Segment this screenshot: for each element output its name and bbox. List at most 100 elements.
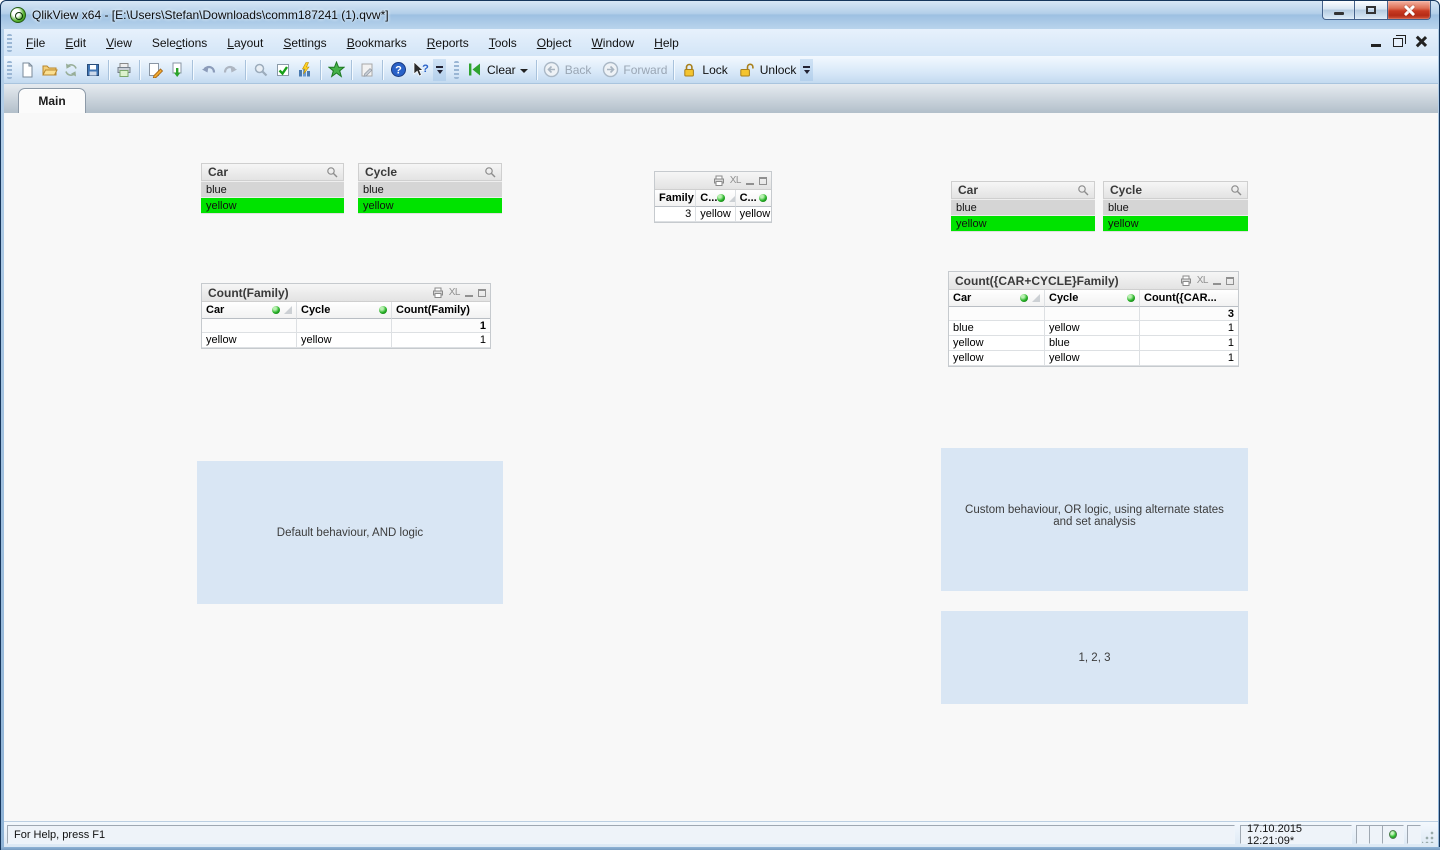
lock-button[interactable]: Lock [702,63,727,77]
table-cell[interactable]: yellow [1045,351,1140,366]
textbox-default-behaviour[interactable]: Default behaviour, AND logic [197,461,503,604]
menu-window[interactable]: Window [581,32,644,54]
unlock-button[interactable]: Unlock [760,63,797,77]
search-icon[interactable] [250,59,272,81]
open-file-icon[interactable] [38,59,60,81]
table-row[interactable]: 3 yellow yellow [655,207,771,222]
listbox-caption[interactable]: Car [951,181,1095,199]
menu-help[interactable]: Help [644,32,689,54]
object-minimize-icon[interactable] [746,182,754,185]
search-icon[interactable] [326,166,339,179]
list-item[interactable]: blue [951,199,1095,215]
title-bar[interactable]: QlikView x64 - [E:\Users\Stefan\Download… [1,1,1439,29]
list-item[interactable]: blue [358,181,502,197]
table-cell[interactable]: blue [949,321,1045,336]
window-close-button[interactable] [1387,1,1431,20]
listbox-caption[interactable]: Cycle [1103,181,1248,199]
table-cell[interactable]: yellow [1045,321,1140,336]
column-header[interactable]: C... [735,190,771,207]
object-maximize-icon[interactable] [1226,276,1234,285]
table-caption[interactable]: Count(Family) XL [202,284,490,302]
print-icon[interactable] [432,287,444,298]
table-cell[interactable]: 1 [1140,336,1238,351]
export-excel-icon[interactable]: XL [449,287,461,298]
column-header[interactable]: Cycle [1045,290,1140,307]
back-button[interactable]: Back [565,63,592,77]
forward-icon[interactable] [599,59,621,81]
table-row[interactable]: blue yellow 1 [949,321,1238,336]
menu-object[interactable]: Object [527,32,582,54]
list-item[interactable]: yellow [951,215,1095,231]
listbox-caption[interactable]: Car [201,163,344,181]
clear-button[interactable]: Clear [487,63,516,77]
back-icon[interactable] [541,59,563,81]
table-cell[interactable]: 3 [655,207,697,222]
list-item[interactable]: blue [1103,199,1248,215]
table-caption[interactable]: XL [655,172,771,190]
context-help-icon[interactable]: ? [409,59,431,81]
clear-selections-icon[interactable] [463,59,485,81]
document-close-icon[interactable] [1415,36,1426,47]
menu-edit[interactable]: Edit [55,32,96,54]
menu-bookmarks[interactable]: Bookmarks [337,32,417,54]
table-cell[interactable]: yellow [696,207,736,222]
quick-chart-wizard-icon[interactable] [294,59,316,81]
menu-tools[interactable]: Tools [479,32,527,54]
toolbar-grip-icon[interactable] [7,60,12,79]
save-icon[interactable] [82,59,104,81]
table-cell[interactable]: yellow [949,351,1045,366]
table-cell[interactable]: 1 [1140,321,1238,336]
document-minimize-icon[interactable] [1371,43,1381,47]
column-header[interactable]: Count({CAR... [1140,290,1238,307]
table-cell[interactable]: yellow [735,207,771,222]
export-excel-icon[interactable]: XL [1197,275,1209,286]
list-item[interactable]: yellow [358,197,502,213]
list-item[interactable]: blue [201,181,344,197]
print-icon[interactable] [713,175,725,186]
menu-layout[interactable]: Layout [217,32,273,54]
list-item[interactable]: yellow [1103,215,1248,231]
column-header[interactable]: Family [655,190,697,207]
table-row[interactable]: yellow blue 1 [949,336,1238,351]
export-excel-icon[interactable]: XL [730,175,742,186]
print-icon[interactable] [113,59,135,81]
menu-file[interactable]: File [16,32,55,54]
column-header[interactable]: Cycle [297,302,392,319]
toolbar-grip-icon[interactable] [7,33,12,52]
menu-reports[interactable]: Reports [417,32,479,54]
toolbar-grip-icon[interactable] [454,60,459,79]
column-header[interactable]: Car [202,302,297,319]
add-bookmark-icon[interactable] [325,59,347,81]
menu-selections[interactable]: Selections [142,32,217,54]
tab-main[interactable]: Main [18,88,86,113]
table-cell[interactable]: blue [1045,336,1140,351]
refresh-icon[interactable] [60,59,82,81]
textbox-states-list[interactable]: 1, 2, 3 [941,611,1248,704]
notes-icon[interactable] [356,59,378,81]
window-minimize-button[interactable] [1322,1,1355,20]
object-maximize-icon[interactable] [759,176,767,185]
toolbar-options-icon[interactable] [433,58,446,81]
listbox-caption[interactable]: Cycle [358,163,502,181]
new-document-icon[interactable] [16,59,38,81]
window-maximize-button[interactable] [1355,1,1387,20]
object-minimize-icon[interactable] [1213,282,1221,285]
edit-script-icon[interactable] [144,59,166,81]
toolbar-options-icon[interactable] [800,58,814,81]
menu-view[interactable]: View [96,32,142,54]
resize-grip-icon[interactable] [1422,831,1434,843]
redo-icon[interactable] [219,59,241,81]
table-cell[interactable]: yellow [949,336,1045,351]
column-header[interactable]: C... [696,190,736,207]
unlock-icon[interactable] [736,59,758,81]
list-item[interactable]: yellow [201,197,344,213]
column-header[interactable]: Car [949,290,1045,307]
reload-data-icon[interactable] [166,59,188,81]
document-restore-icon[interactable] [1393,34,1406,47]
search-icon[interactable] [484,166,497,179]
search-icon[interactable] [1077,184,1090,197]
print-icon[interactable] [1180,275,1192,286]
current-selections-icon[interactable] [272,59,294,81]
menu-settings[interactable]: Settings [273,32,336,54]
help-icon[interactable]: ? [387,59,409,81]
